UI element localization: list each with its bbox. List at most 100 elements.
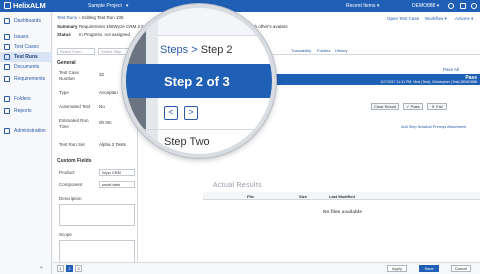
field-label: Component bbox=[59, 182, 83, 187]
sidebar-item-documents[interactable]: Documents bbox=[0, 62, 52, 72]
tab-folders[interactable]: Folders bbox=[317, 48, 330, 53]
column-header[interactable]: File bbox=[247, 194, 254, 199]
description-textarea[interactable] bbox=[59, 204, 135, 226]
steps-breadcrumb-root[interactable]: Steps bbox=[160, 44, 188, 56]
previous-step-button[interactable]: < bbox=[164, 106, 178, 120]
select-form-dropdown[interactable]: Select Form bbox=[57, 48, 95, 55]
breadcrumb-root-link[interactable]: Test Runs bbox=[57, 15, 77, 20]
cancel-button[interactable]: Cancel bbox=[451, 265, 471, 272]
actions-menu[interactable]: Actions ▾ bbox=[455, 16, 473, 22]
test-run-icon bbox=[4, 54, 10, 60]
column-header[interactable]: Size bbox=[299, 194, 307, 199]
sidebar-item-label: Dashboards bbox=[14, 18, 41, 24]
field-label: Description bbox=[59, 196, 82, 201]
breadcrumb-arrow-icon: > bbox=[191, 44, 198, 56]
step-name: Step Two bbox=[164, 136, 210, 148]
sidebar-item-test-runs[interactable]: Test Runs bbox=[0, 52, 52, 62]
sidebar-item-label: Test Cases bbox=[14, 44, 39, 50]
files-table-header: File Size Last Modified bbox=[203, 192, 480, 200]
sidebar-item-requirements[interactable]: Requirements bbox=[0, 74, 52, 84]
page-button[interactable]: 2 bbox=[66, 265, 73, 272]
requirement-icon bbox=[4, 76, 10, 82]
test-case-number-value: 32 bbox=[99, 72, 105, 77]
breadcrumb: Test Runs » Editing Test Run 105 bbox=[57, 15, 124, 20]
magnifier-lens: Steps > Step 2 Traceability Step 2 of 3 … bbox=[122, 4, 276, 158]
sidebar-item-label: Reports bbox=[14, 108, 32, 114]
sidebar-item-label: Documents bbox=[14, 64, 40, 70]
next-step-button[interactable]: > bbox=[184, 106, 198, 120]
step-title: Step 2 of 3 bbox=[164, 74, 230, 89]
test-run-set-value: Alpha 2 Tests bbox=[99, 142, 126, 147]
column-header[interactable]: Last Modified bbox=[329, 194, 355, 199]
workflow-menu[interactable]: Workflow ▾ bbox=[425, 16, 447, 22]
recent-items-label: Recent Items bbox=[346, 3, 376, 9]
collapse-sidebar-button[interactable]: « bbox=[40, 265, 43, 271]
folder-icon bbox=[4, 96, 10, 102]
user-menu[interactable]: DEMO888 ▾ bbox=[412, 3, 439, 9]
pass-all-link[interactable]: Pass All bbox=[443, 67, 459, 72]
fail-button[interactable]: ✕ Fail bbox=[427, 103, 447, 110]
sidebar-item-dashboards[interactable]: Dashboards bbox=[0, 16, 52, 26]
sidebar-item-label: Administration bbox=[14, 128, 46, 134]
footer-bar: 1 2 3 Apply Save Cancel bbox=[53, 262, 480, 274]
field-label: Test Case Number bbox=[59, 70, 80, 81]
status-value: In Progress, not assigned bbox=[79, 32, 131, 37]
component-select[interactable]: small tabs bbox=[99, 181, 135, 188]
settings-icon[interactable] bbox=[460, 3, 466, 9]
sidebar-item-issues[interactable]: Issues bbox=[0, 32, 52, 42]
field-label: Type bbox=[59, 90, 69, 95]
divider bbox=[126, 129, 272, 130]
test-case-icon bbox=[4, 44, 10, 50]
type-value: Acceptan bbox=[99, 90, 118, 95]
sidebar-item-label: Requirements bbox=[14, 76, 46, 82]
sidebar-item-administration[interactable]: Administration bbox=[0, 126, 52, 136]
app-logo[interactable]: HelixALM bbox=[4, 1, 46, 10]
summary-label: Summary bbox=[57, 24, 78, 29]
sidebar-item-folders[interactable]: Folders bbox=[0, 94, 52, 104]
help-icon[interactable] bbox=[448, 3, 454, 9]
sidebar: Dashboards Issues Test Cases Test Runs D… bbox=[0, 12, 52, 274]
page-button[interactable]: 3 bbox=[75, 265, 82, 272]
field-label: Estimated Run Time bbox=[59, 118, 89, 129]
open-test-case-link[interactable]: Open Test Case bbox=[387, 16, 419, 21]
admin-icon bbox=[4, 128, 10, 134]
workflow-label: Workflow bbox=[425, 16, 444, 21]
pass-button-label: Pass bbox=[410, 104, 420, 109]
notifications-icon[interactable] bbox=[471, 3, 477, 9]
product-select[interactable]: Wyzi CRM bbox=[99, 169, 135, 176]
project-selector[interactable]: Sample Project ▾ bbox=[88, 3, 128, 9]
page-button[interactable]: 1 bbox=[57, 265, 64, 272]
custom-fields-section-title: Custom Fields bbox=[57, 158, 92, 164]
check-icon: ✓ bbox=[406, 104, 410, 109]
helix-logo-icon bbox=[4, 2, 11, 9]
field-label: Scope bbox=[59, 232, 72, 237]
actual-results-heading: Actual Results bbox=[213, 182, 262, 189]
apply-button[interactable]: Apply bbox=[387, 265, 407, 272]
field-label: Product bbox=[59, 170, 75, 175]
breadcrumb-current: Editing Test Run 105 bbox=[82, 15, 124, 20]
sidebar-item-label: Folders bbox=[14, 96, 31, 102]
status-label: Status bbox=[57, 32, 71, 37]
actions-label: Actions bbox=[455, 16, 470, 21]
add-prereq-link[interactable]: Add Prereqs Attachment bbox=[425, 125, 466, 129]
sidebar-item-label: Test Runs bbox=[14, 54, 38, 60]
tab-traceability[interactable]: Traceability bbox=[291, 48, 311, 53]
pass-button[interactable]: ✓ Pass bbox=[403, 103, 423, 110]
general-section-title: General bbox=[57, 60, 76, 66]
recent-items-menu[interactable]: Recent Items ▾ bbox=[346, 3, 379, 9]
clear-result-button[interactable]: Clear Result bbox=[371, 103, 399, 110]
breadcrumb-separator: » bbox=[78, 15, 81, 20]
estimated-run-time-value: 0h 0m bbox=[99, 120, 112, 125]
tab-history[interactable]: History bbox=[335, 48, 347, 53]
field-label: Automated Test bbox=[59, 104, 91, 109]
sidebar-item-test-cases[interactable]: Test Cases bbox=[0, 42, 52, 52]
field-label: Test Run Set bbox=[59, 142, 85, 147]
save-button[interactable]: Save bbox=[419, 265, 439, 272]
add-step-link[interactable]: Add Step Now bbox=[401, 125, 425, 129]
no-files-message: No files available bbox=[323, 210, 362, 215]
app-name: HelixALM bbox=[13, 1, 46, 10]
status-row: Status In Progress, not assigned bbox=[57, 32, 130, 37]
fail-button-label: Fail bbox=[436, 104, 443, 109]
sidebar-item-reports[interactable]: Reports bbox=[0, 106, 52, 116]
user-name: DEMO888 bbox=[412, 3, 436, 9]
